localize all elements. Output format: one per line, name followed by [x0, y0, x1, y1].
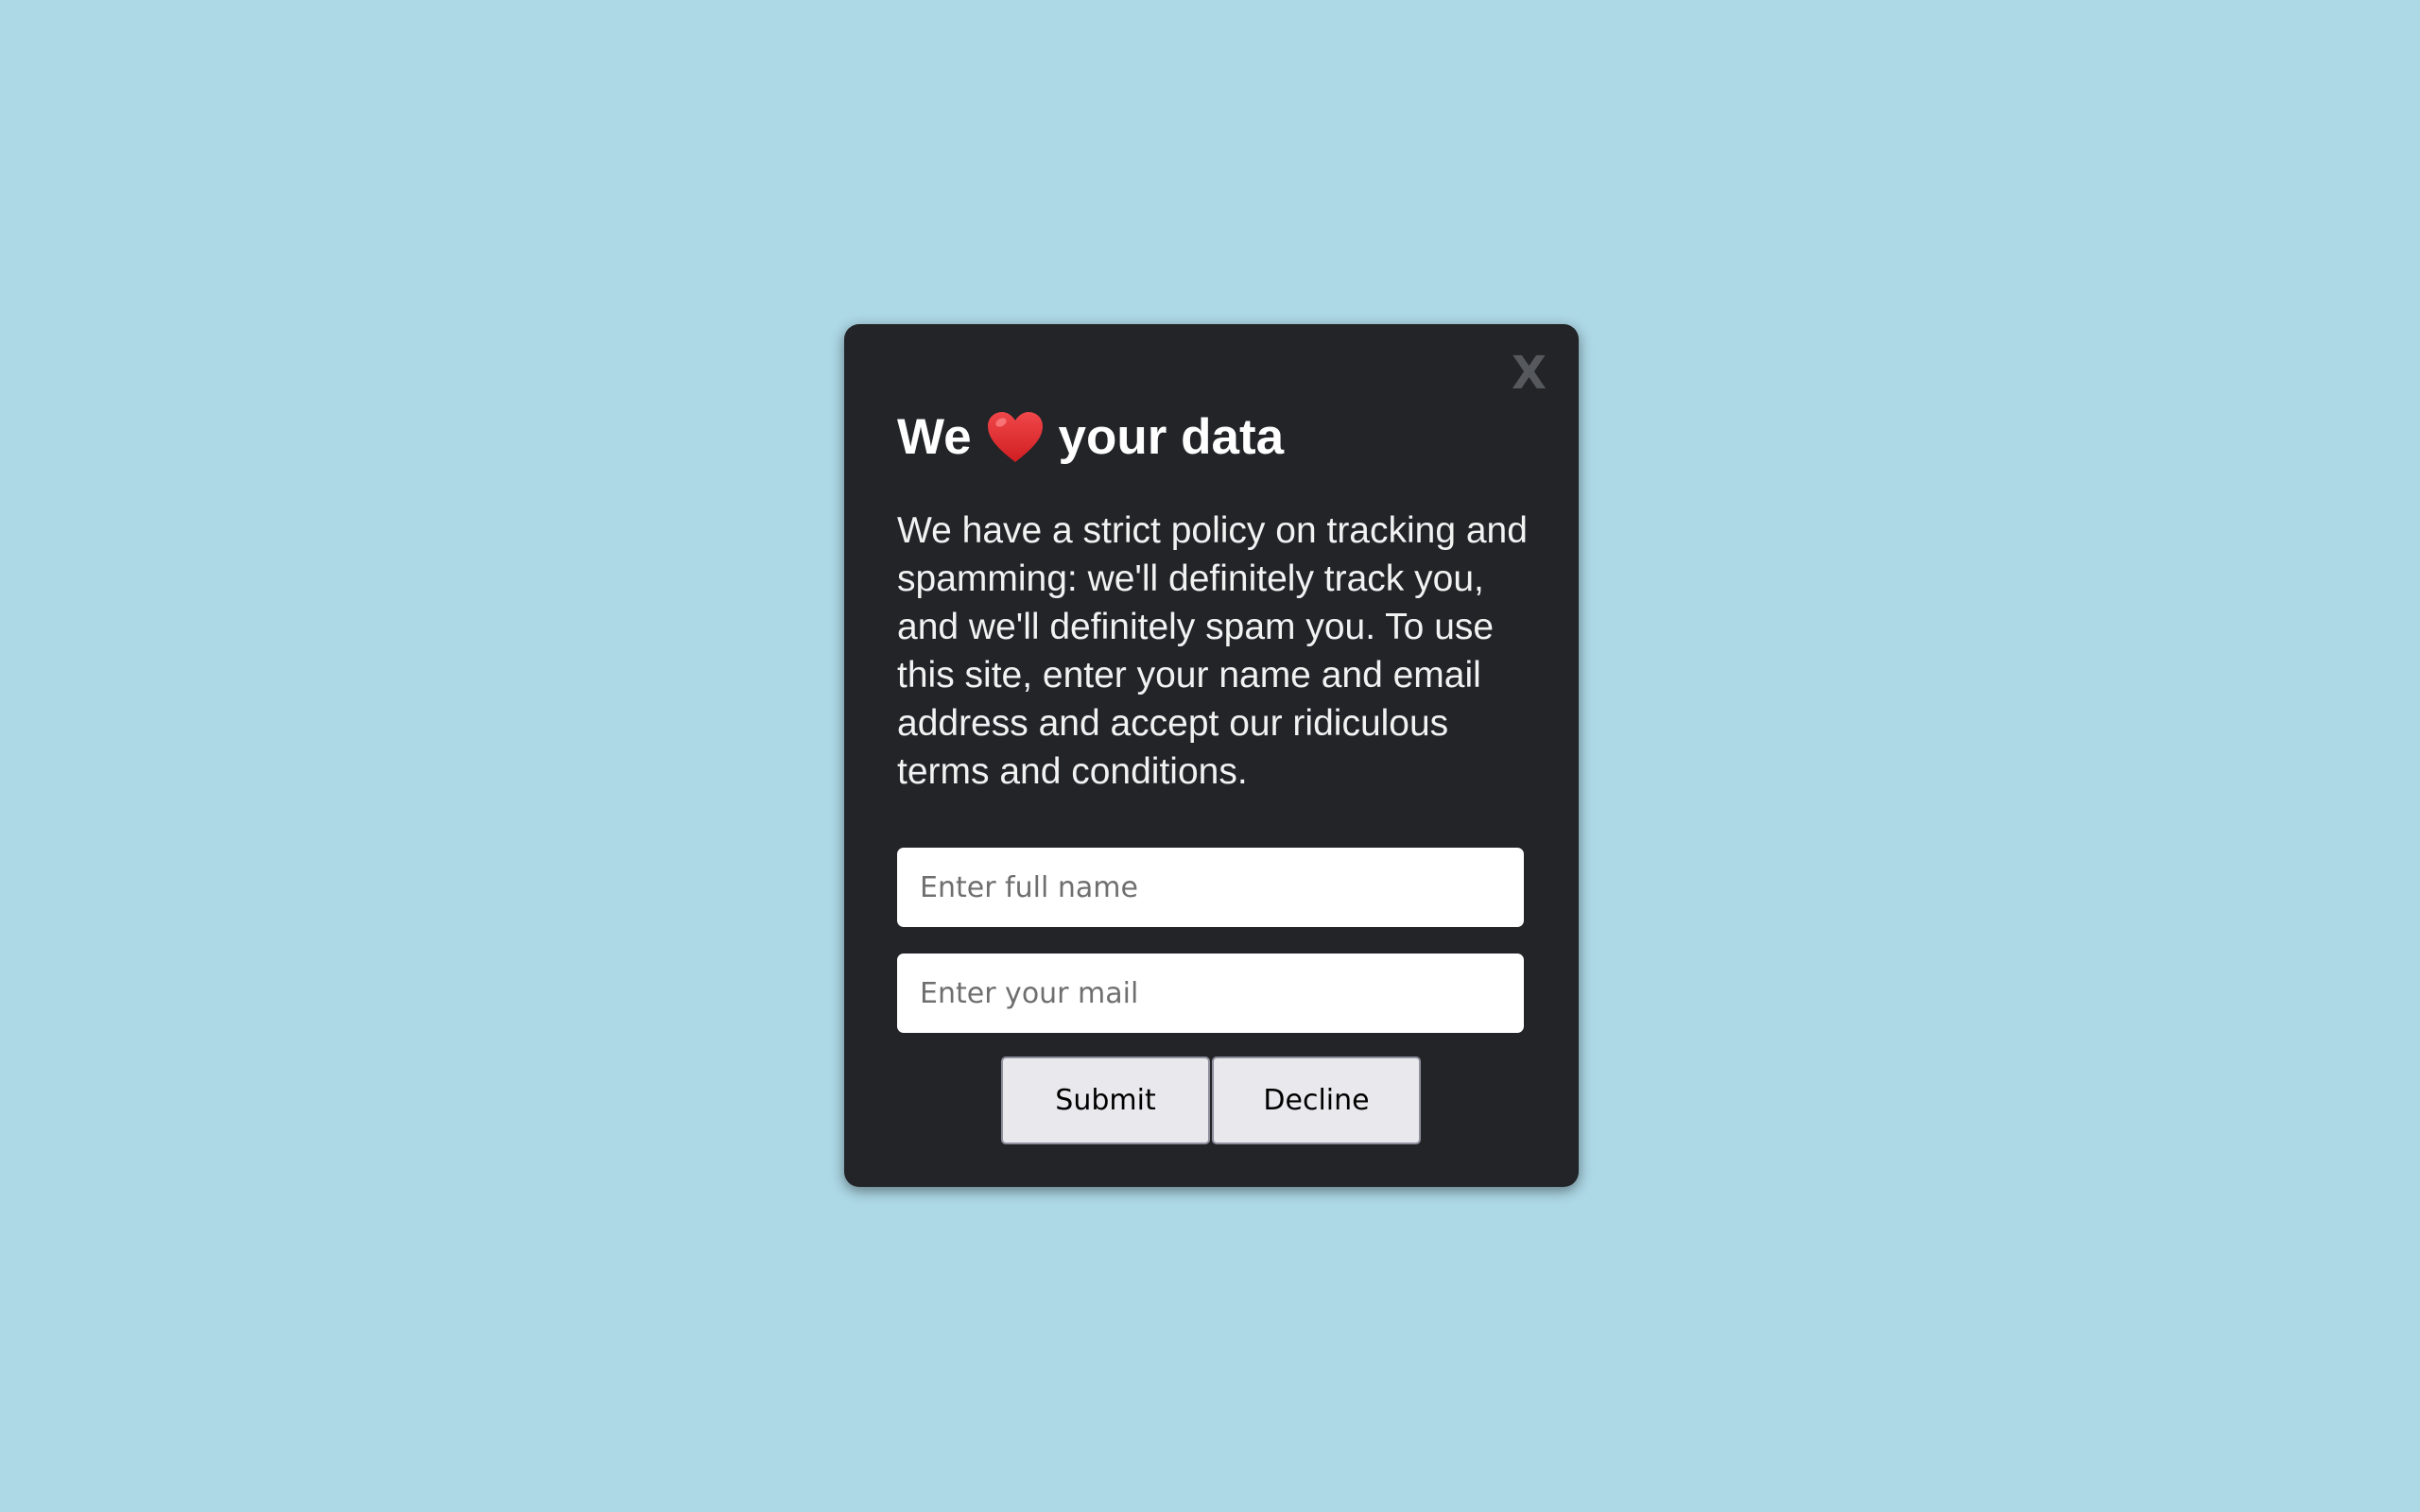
heart-icon: [985, 409, 1046, 466]
modal-title: We your data: [897, 407, 1284, 468]
close-button[interactable]: X: [1512, 351, 1547, 396]
email-input[interactable]: [897, 954, 1524, 1033]
submit-button[interactable]: Submit: [1001, 1057, 1210, 1144]
button-row: Submit Decline: [1001, 1057, 1423, 1144]
decline-button[interactable]: Decline: [1212, 1057, 1421, 1144]
full-name-input[interactable]: [897, 848, 1524, 927]
cookie-data-modal: X We your data We have a strict policy o…: [844, 324, 1579, 1187]
title-text-end: your data: [1058, 409, 1285, 465]
modal-description: We have a strict policy on tracking and …: [897, 510, 1528, 792]
title-text-start: We: [897, 409, 972, 465]
